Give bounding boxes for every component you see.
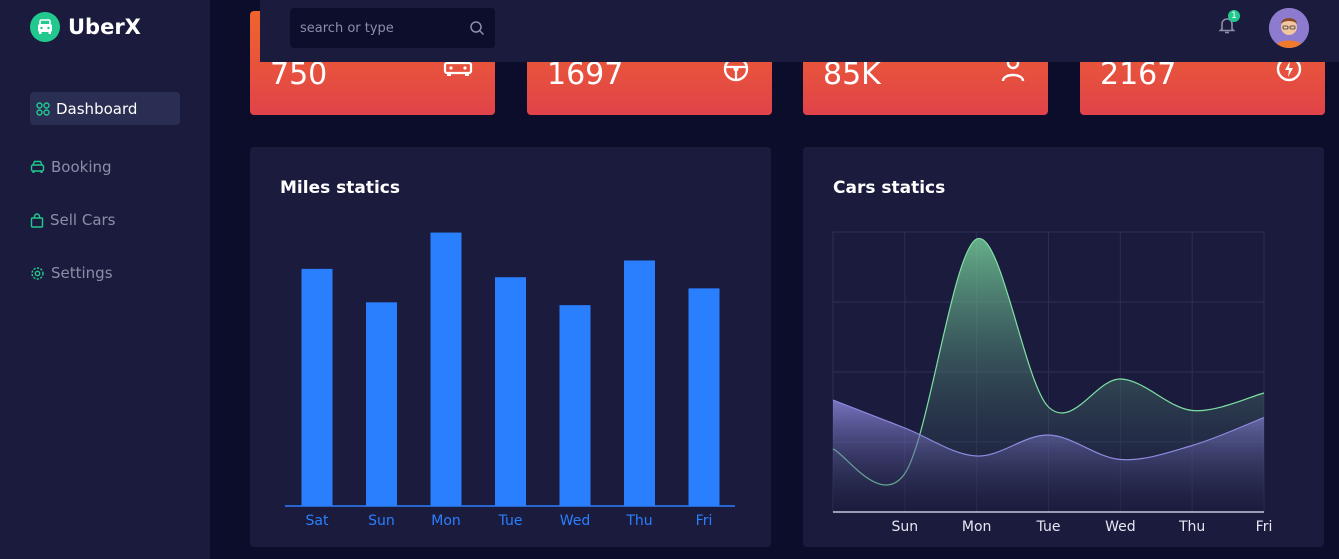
car-icon — [30, 12, 60, 42]
bar[interactable] — [688, 288, 720, 506]
bar[interactable] — [366, 302, 397, 506]
bar[interactable] — [430, 232, 462, 506]
top-bar: 1 — [260, 0, 1339, 62]
x-tick-label: Fri — [1256, 519, 1273, 535]
notification-badge: 1 — [1228, 10, 1240, 22]
panel-title: Cars statics — [833, 178, 946, 198]
x-tick-label: Mon — [962, 519, 992, 535]
brand-logo[interactable]: UberX — [30, 12, 141, 42]
bar[interactable] — [559, 305, 591, 506]
gear-icon — [31, 266, 44, 280]
bar[interactable] — [624, 260, 655, 506]
x-tick-label: Sun — [368, 513, 395, 529]
x-tick-label: Wed — [1105, 519, 1136, 535]
sidebar-item-label: Dashboard — [56, 99, 138, 118]
cars-area-chart: Sun Mon Tue Wed Thu Fri — [832, 231, 1273, 535]
sidebar-item-label: Sell Cars — [50, 211, 116, 229]
cars-statics-panel: Sun Mon Tue Wed Thu Fri Cars statics — [803, 147, 1324, 547]
sidebar-item-label: Booking — [51, 158, 112, 176]
panel-title: Miles statics — [280, 178, 401, 198]
x-tick-label: Sun — [892, 519, 919, 535]
sidebar-item-settings[interactable]: Settings — [30, 264, 113, 282]
miles-bar-chart: Sat Sun Mon Tue Wed Thu Fri — [285, 232, 735, 529]
x-tick-label: Tue — [498, 513, 523, 529]
x-tick-label: Wed — [560, 513, 591, 529]
stat-value: 750 — [270, 57, 328, 92]
dashboard-icon — [36, 101, 50, 116]
stat-value: 2167 — [1100, 57, 1177, 92]
stat-value: 85K — [823, 57, 881, 92]
x-tick-label: Fri — [696, 513, 713, 529]
car-icon — [30, 160, 45, 173]
bar[interactable] — [301, 268, 333, 506]
bag-icon — [30, 212, 44, 228]
sidebar: UberX Dashboard Booking Sell Cars Settin… — [0, 0, 210, 559]
stat-value: 1697 — [547, 57, 624, 92]
x-tick-label: Thu — [625, 513, 652, 529]
search-box[interactable] — [290, 8, 495, 48]
sidebar-item-booking[interactable]: Booking — [30, 158, 112, 176]
x-tick-label: Sat — [306, 513, 329, 529]
miles-statics-panel: Sat Sun Mon Tue Wed Thu Fri Miles statics — [250, 147, 771, 547]
sidebar-item-dashboard[interactable]: Dashboard — [30, 92, 180, 125]
bar[interactable] — [495, 277, 526, 506]
avatar[interactable] — [1269, 8, 1309, 48]
brand-name: UberX — [68, 15, 141, 39]
x-tick-label: Mon — [431, 513, 461, 529]
sidebar-item-label: Settings — [51, 264, 113, 282]
search-icon[interactable] — [469, 20, 485, 36]
search-input[interactable] — [300, 19, 460, 37]
sidebar-item-sell-cars[interactable]: Sell Cars — [30, 211, 116, 229]
x-tick-label: Tue — [1036, 519, 1061, 535]
x-tick-label: Thu — [1178, 519, 1205, 535]
